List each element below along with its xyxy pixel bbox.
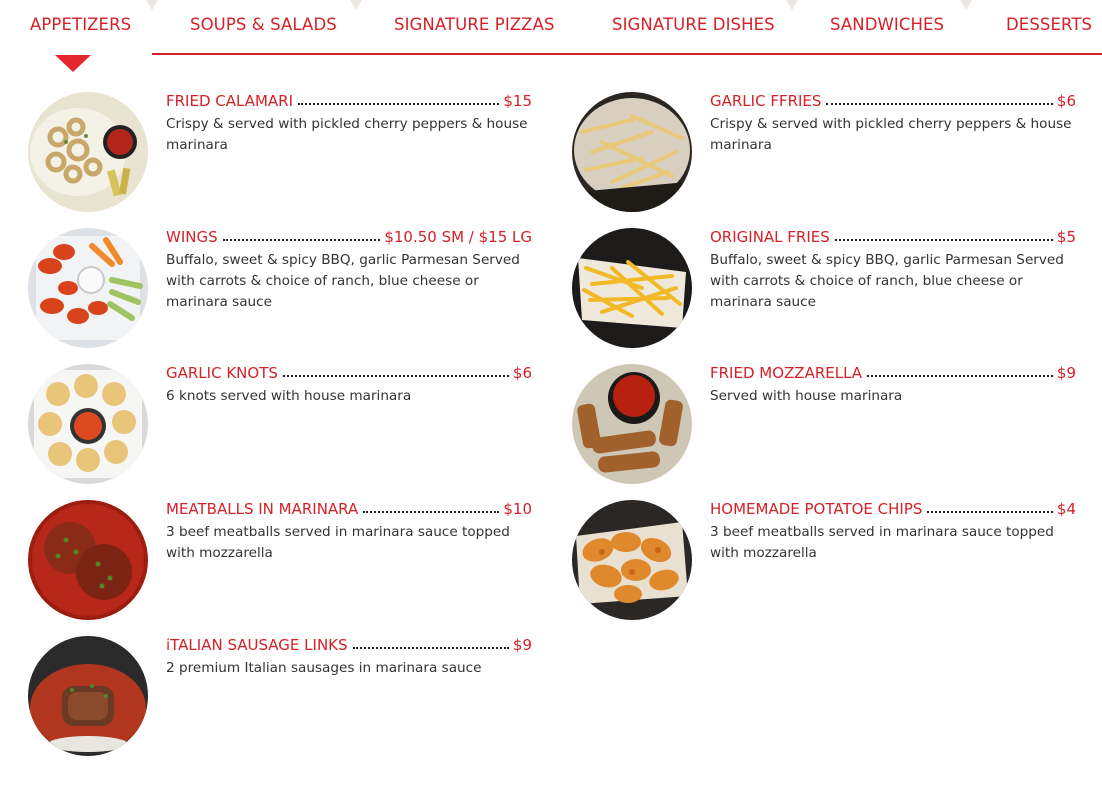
dotted-leader [867, 366, 1053, 377]
menu-item: iTALIAN SAUSAGE LINKS $9 2 premium Itali… [28, 636, 532, 756]
item-name: ORIGINAL FRIES [710, 228, 830, 246]
item-price: $5 [1056, 228, 1076, 246]
tab-signature-dishes[interactable]: SIGNATURE DISHES [612, 0, 775, 50]
wings-photo[interactable] [28, 228, 148, 348]
item-name: iTALIAN SAUSAGE LINKS [166, 636, 348, 654]
potato-chips-photo[interactable] [572, 500, 692, 620]
original-fries-photo[interactable] [572, 228, 692, 348]
dotted-leader [282, 366, 509, 377]
item-description: 3 beef meatballs served in marinara sauc… [166, 524, 510, 561]
fried-calamari-photo[interactable] [28, 92, 148, 212]
meatballs-photo[interactable] [28, 500, 148, 620]
fried-mozzarella-photo[interactable] [572, 364, 692, 484]
menu-item: MEATBALLS IN MARINARA $10 3 beef meatbal… [28, 500, 532, 620]
item-price: $9 [512, 636, 532, 654]
menu-item: FRIED CALAMARI $15 Crispy & served with … [28, 92, 532, 212]
item-description: Crispy & served with pickled cherry pepp… [710, 116, 1072, 153]
item-description: Crispy & served with pickled cherry pepp… [166, 116, 528, 153]
tab-separator [960, 0, 972, 10]
menu-item: GARLIC KNOTS $6 6 knots served with hous… [28, 364, 532, 484]
item-description: 6 knots served with house marinara [166, 388, 412, 404]
dotted-leader [298, 94, 500, 105]
tab-separator [146, 0, 158, 10]
garlic-fries-photo[interactable] [572, 92, 692, 212]
item-name: GARLIC KNOTS [166, 364, 278, 382]
item-price: $6 [1056, 92, 1076, 110]
item-description: 2 premium Italian sausages in marinara s… [166, 660, 482, 676]
dotted-leader [363, 502, 500, 513]
tab-underline [152, 53, 1102, 55]
tab-sandwiches[interactable]: SANDWICHES [830, 0, 944, 50]
menu-category-tabs: APPETIZERS SOUPS & SALADS SIGNATURE PIZZ… [0, 0, 1102, 72]
item-name: MEATBALLS IN MARINARA [166, 500, 359, 518]
dotted-leader [834, 230, 1053, 241]
item-price: $10 [503, 500, 532, 518]
tab-separator [350, 0, 362, 10]
item-price: $6 [512, 364, 532, 382]
dotted-leader [927, 502, 1053, 513]
menu-item: HOMEMADE POTATOE CHIPS $4 3 beef meatbal… [572, 500, 1076, 620]
garlic-knots-photo[interactable] [28, 364, 148, 484]
item-name: WINGS [166, 228, 218, 246]
menu-item: WINGS $10.50 SM / $15 LG Buffalo, sweet … [28, 228, 532, 348]
tab-desserts[interactable]: DESSERTS [1006, 0, 1092, 50]
tab-soups-salads[interactable]: SOUPS & SALADS [190, 0, 337, 50]
menu-item: FRIED MOZZARELLA $9 Served with house ma… [572, 364, 1076, 484]
item-name: FRIED CALAMARI [166, 92, 294, 110]
active-tab-indicator-icon [55, 55, 91, 72]
tab-appetizers[interactable]: APPETIZERS [30, 0, 131, 50]
item-name: GARLIC FFRIES [710, 92, 822, 110]
menu-item: ORIGINAL FRIES $5 Buffalo, sweet & spicy… [572, 228, 1076, 348]
item-price: $4 [1056, 500, 1076, 518]
tab-separator [786, 0, 798, 10]
item-description: 3 beef meatballs served in marinara sauc… [710, 524, 1054, 561]
sausage-links-photo[interactable] [28, 636, 148, 756]
tab-signature-pizzas[interactable]: SIGNATURE PIZZAS [394, 0, 555, 50]
item-price: $15 [503, 92, 532, 110]
item-name: HOMEMADE POTATOE CHIPS [710, 500, 923, 518]
item-name: FRIED MOZZARELLA [710, 364, 863, 382]
dotted-leader [222, 230, 381, 241]
menu-item: GARLIC FFRIES $6 Crispy & served with pi… [572, 92, 1076, 212]
item-description: Buffalo, sweet & spicy BBQ, garlic Parme… [166, 252, 520, 310]
item-price: $9 [1056, 364, 1076, 382]
dotted-leader [826, 94, 1053, 105]
dotted-leader [352, 638, 509, 649]
item-description: Buffalo, sweet & spicy BBQ, garlic Parme… [710, 252, 1064, 310]
item-description: Served with house marinara [710, 388, 903, 404]
item-price: $10.50 SM / $15 LG [384, 228, 532, 246]
